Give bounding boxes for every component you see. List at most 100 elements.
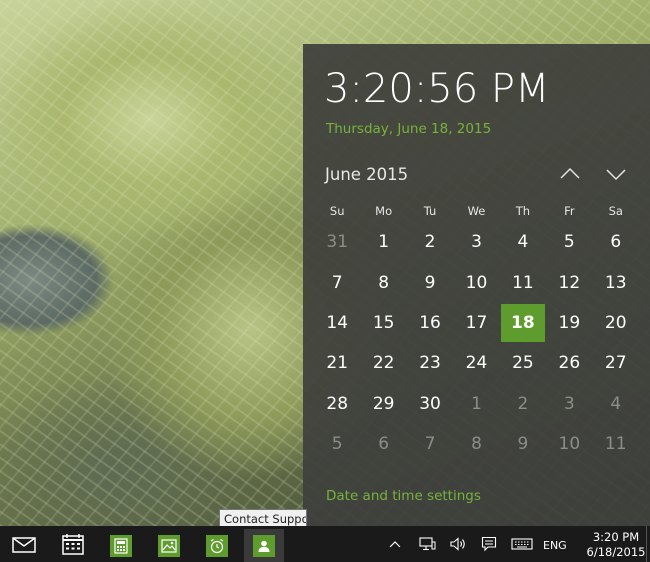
- calendar-day[interactable]: 28: [314, 384, 360, 424]
- calendar-day[interactable]: 30: [407, 384, 453, 424]
- calendar-day-label: 9: [517, 434, 529, 455]
- month-title[interactable]: June 2015: [325, 165, 408, 184]
- weekday-header: We: [467, 204, 486, 218]
- calendar-day-label: 22: [372, 353, 395, 374]
- input-language-indicator[interactable]: ENG: [543, 539, 567, 552]
- calendar-day-label: 26: [558, 353, 581, 374]
- calendar-day[interactable]: 25: [500, 343, 546, 383]
- touch-keyboard-button[interactable]: [509, 526, 535, 562]
- calendar-day-label: 4: [517, 232, 529, 253]
- calendar-day[interactable]: 9: [407, 262, 453, 302]
- calendar-day[interactable]: 3: [453, 222, 499, 262]
- calculator-button[interactable]: [101, 529, 141, 562]
- calendar-day[interactable]: 11: [500, 262, 546, 302]
- date-time-settings-link[interactable]: Date and time settings: [326, 488, 481, 504]
- calendar-day[interactable]: 19: [546, 303, 592, 343]
- calendar-day-label: 24: [465, 353, 488, 374]
- calendar-day[interactable]: 2: [500, 384, 546, 424]
- calendar-day[interactable]: 20: [593, 303, 639, 343]
- volume-button[interactable]: [447, 526, 469, 562]
- photos-button[interactable]: [149, 529, 189, 562]
- mail-button[interactable]: [12, 533, 36, 555]
- calendar-day[interactable]: 4: [500, 222, 546, 262]
- chevron-down-icon: [606, 169, 626, 181]
- calendar-day[interactable]: 5: [314, 424, 360, 464]
- taskbar: ENG 3:20 PM 6/18/2015: [0, 526, 650, 562]
- weekday-header: Sa: [608, 204, 623, 218]
- photos-icon: [158, 534, 180, 557]
- weekday-header: Th: [515, 204, 531, 218]
- action-center-icon: [481, 536, 497, 552]
- calendar-day[interactable]: 8: [360, 262, 406, 302]
- calendar-day-label: 1: [471, 393, 482, 414]
- calendar-day-label: 9: [424, 272, 436, 293]
- calendar-day[interactable]: 17: [453, 303, 499, 343]
- calendar-day-label: 10: [465, 272, 488, 293]
- calendar-day[interactable]: 16: [407, 303, 453, 343]
- calendar-day[interactable]: 1: [453, 384, 499, 424]
- long-date-link[interactable]: Thursday, June 18, 2015: [326, 121, 491, 137]
- calendar-day[interactable]: 29: [360, 384, 406, 424]
- calendar-day[interactable]: 2: [407, 222, 453, 262]
- calendar-day-label: 13: [604, 272, 627, 293]
- calendar-day-label: 7: [331, 272, 343, 293]
- calendar-day[interactable]: 7: [314, 262, 360, 302]
- network-button[interactable]: [416, 526, 438, 562]
- calendar-day-label: 2: [517, 393, 529, 414]
- calendar-day[interactable]: 27: [593, 343, 639, 383]
- calendar-day-label: 18: [500, 303, 545, 342]
- action-center-button[interactable]: [478, 526, 500, 562]
- calendar-day-label: 29: [372, 393, 395, 414]
- calendar-day[interactable]: 5: [546, 222, 592, 262]
- calendar-day[interactable]: 22: [360, 343, 406, 383]
- taskbar-clock[interactable]: 3:20 PM 6/18/2015: [586, 530, 646, 560]
- calendar-day-label: 16: [419, 312, 441, 333]
- calendar-day-label: 8: [378, 272, 390, 293]
- calendar-day[interactable]: 10: [453, 262, 499, 302]
- calendar-day-label: 31: [326, 232, 349, 253]
- show-hidden-icons-button[interactable]: [386, 526, 404, 562]
- calendar-day[interactable]: 3: [546, 384, 592, 424]
- calendar-day-label: 2: [424, 232, 436, 253]
- contact-support-button[interactable]: [244, 529, 284, 562]
- calendar-day-label: 21: [326, 353, 349, 374]
- calendar-day-label: 3: [563, 393, 575, 414]
- calendar-day[interactable]: 7: [407, 424, 453, 464]
- next-month-button[interactable]: [602, 162, 630, 186]
- calendar-day-label: 25: [512, 353, 534, 374]
- calendar-day[interactable]: 31: [314, 222, 360, 262]
- previous-month-button[interactable]: [556, 162, 584, 186]
- calendar-day[interactable]: 26: [546, 343, 592, 383]
- calendar-day[interactable]: 6: [360, 424, 406, 464]
- calendar-icon: [62, 534, 84, 555]
- calendar-day-label: 7: [424, 434, 436, 455]
- mail-icon: [12, 537, 36, 553]
- calendar-day-label: 8: [471, 434, 482, 455]
- calendar-day-label: 11: [604, 434, 627, 455]
- calendar-day[interactable]: 10: [546, 424, 592, 464]
- calendar-day[interactable]: 13: [593, 262, 639, 302]
- calendar-day[interactable]: 4: [593, 384, 639, 424]
- calendar-day[interactable]: 21: [314, 343, 360, 383]
- calendar-day[interactable]: 12: [546, 262, 592, 302]
- calendar-day[interactable]: 9: [500, 424, 546, 464]
- calendar-day-label: 17: [465, 312, 488, 333]
- calendar-day-today[interactable]: 18: [500, 303, 546, 343]
- calendar-day[interactable]: 15: [360, 303, 406, 343]
- clock-display: 3:20:56 PM: [324, 66, 550, 112]
- calendar-day[interactable]: 11: [593, 424, 639, 464]
- calendar-day-label: 14: [326, 312, 349, 333]
- calendar-day-label: 23: [419, 353, 441, 374]
- alarms-button[interactable]: [197, 529, 237, 562]
- calendar-day[interactable]: 14: [314, 303, 360, 343]
- calendar-day[interactable]: 1: [360, 222, 406, 262]
- calendar-day[interactable]: 6: [593, 222, 639, 262]
- calendar-day-label: 3: [471, 232, 482, 253]
- touch-keyboard-icon: [511, 538, 533, 550]
- calendar-day[interactable]: 8: [453, 424, 499, 464]
- calendar-day[interactable]: 23: [407, 343, 453, 383]
- show-desktop-button[interactable]: [646, 526, 650, 562]
- contact-support-icon: [253, 534, 275, 557]
- calendar-day[interactable]: 24: [453, 343, 499, 383]
- calendar-button[interactable]: [61, 533, 85, 555]
